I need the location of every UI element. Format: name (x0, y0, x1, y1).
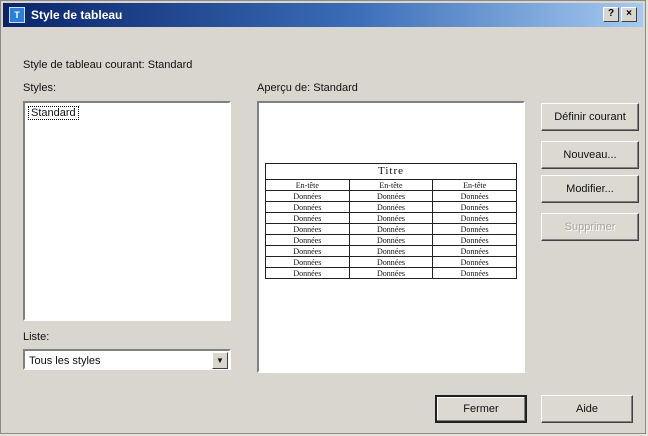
preview-label: Aperçu de: Standard (257, 82, 358, 94)
table-style-dialog: T Style de tableau ? × Style de tableau … (0, 0, 646, 434)
style-preview-panel: Titre En-tête En-tête En-tête Données Do… (257, 101, 525, 373)
preview-data-cell: Données (265, 201, 350, 213)
new-style-button[interactable]: Nouveau... (541, 141, 639, 169)
modify-style-button[interactable]: Modifier... (541, 175, 639, 203)
preview-data-cell: Données (432, 245, 517, 257)
help-button[interactable]: Aide (541, 395, 633, 423)
preview-data-cell: Données (348, 245, 434, 257)
delete-style-button[interactable]: Supprimer (541, 213, 639, 241)
chevron-down-icon[interactable]: ▼ (212, 352, 228, 369)
preview-data-cell: Données (432, 223, 517, 235)
preview-table: Titre En-tête En-tête En-tête Données Do… (265, 163, 517, 279)
preview-data-cell: Données (348, 190, 434, 202)
styles-listbox[interactable]: Standard (23, 101, 231, 321)
close-icon[interactable]: × (621, 7, 637, 22)
preview-data-cell: Données (432, 190, 517, 202)
preview-header-cell: En-tête (265, 179, 350, 191)
preview-data-cell: Données (265, 256, 350, 268)
preview-data-cell: Données (432, 256, 517, 268)
help-icon[interactable]: ? (603, 7, 619, 22)
close-button[interactable]: Fermer (435, 395, 527, 423)
preview-header-cell: En-tête (432, 179, 517, 191)
preview-data-cell: Données (432, 212, 517, 224)
set-current-button[interactable]: Définir courant (541, 103, 639, 131)
preview-data-cell: Données (265, 245, 350, 257)
list-filter-label: Liste: (23, 331, 50, 343)
preview-data-cell: Données (265, 190, 350, 202)
styles-label: Styles: (23, 82, 57, 94)
preview-data-cell: Données (265, 212, 350, 224)
list-filter-dropdown[interactable]: Tous les styles ▼ (23, 349, 231, 370)
preview-header-cell: En-tête (348, 179, 434, 191)
window-title: Style de tableau (31, 8, 123, 22)
preview-data-cell: Données (348, 212, 434, 224)
current-style-label: Style de tableau courant: Standard (23, 59, 193, 71)
preview-data-cell: Données (348, 256, 434, 268)
preview-data-cell: Données (348, 234, 434, 246)
preview-table-title: Titre (265, 163, 517, 180)
preview-data-cell: Données (265, 223, 350, 235)
table-style-app-icon: T (9, 7, 25, 23)
preview-data-cell: Données (432, 234, 517, 246)
preview-data-cell: Données (265, 267, 350, 279)
title-bar[interactable]: T Style de tableau ? × (3, 3, 643, 27)
preview-data-cell: Données (432, 201, 517, 213)
style-item-standard[interactable]: Standard (28, 106, 79, 120)
preview-data-cell: Données (348, 223, 434, 235)
preview-data-cell: Données (265, 234, 350, 246)
preview-data-cell: Données (348, 267, 434, 279)
list-filter-value: Tous les styles (29, 355, 101, 367)
preview-data-cell: Données (432, 267, 517, 279)
preview-data-cell: Données (348, 201, 434, 213)
